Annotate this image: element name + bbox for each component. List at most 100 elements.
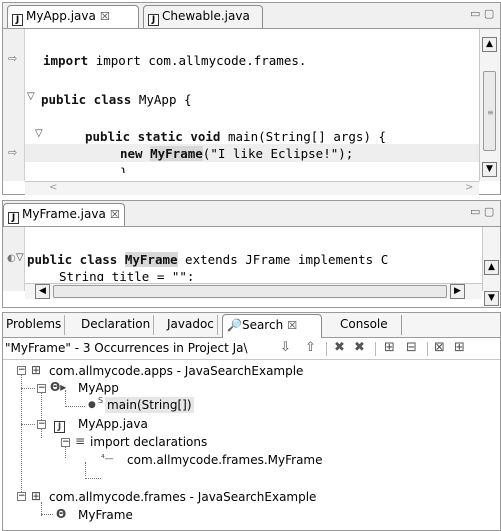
override-icon: ◐ xyxy=(7,253,16,264)
tree-item-compilation-unit[interactable]: MyApp.java xyxy=(78,416,148,432)
code-line[interactable]: public class MyApp { xyxy=(41,92,192,107)
scroll-right-icon[interactable]: > xyxy=(465,182,473,193)
tab-label: Search xyxy=(241,318,284,332)
code-line[interactable]: import import com.allmycode.frames. xyxy=(43,53,306,68)
tree-item-imports[interactable]: import declarations xyxy=(90,434,207,450)
close-icon[interactable]: ☒ xyxy=(100,10,110,23)
previous-match-icon[interactable]: ⇧ xyxy=(305,340,316,355)
scroll-down-button[interactable]: ▼ xyxy=(484,291,499,306)
minimize-maximize-icons[interactable]: ▭ ▢ xyxy=(470,205,494,218)
code-line[interactable]: public static void main(String[] args) { xyxy=(85,129,386,144)
fold-icon[interactable]: ▽ xyxy=(27,91,35,102)
code-line[interactable]: String title = ""; xyxy=(59,269,194,281)
close-icon[interactable]: ☒ xyxy=(287,319,297,332)
keyword: public class xyxy=(41,92,132,107)
code-text: MyApp { xyxy=(131,92,192,107)
highlighted-match: MyFrame xyxy=(150,146,203,161)
code-text: } xyxy=(120,165,128,173)
collapse-toggle[interactable]: − xyxy=(61,438,70,447)
search-results-tree[interactable]: − ⊞ com.allmycode.apps - JavaSearchExamp… xyxy=(3,360,500,530)
tab-divider xyxy=(401,315,402,335)
collapse-all-icon[interactable]: ⊟ xyxy=(406,340,417,355)
class-icon: Θ▸ xyxy=(50,380,67,394)
tab-problems[interactable]: Problems xyxy=(3,315,66,335)
myframe-tabbar: J MyFrame.java ☒ ▭ ▢ xyxy=(3,201,500,227)
annotation-arrow-icon: ⇨ xyxy=(8,52,18,65)
collapse-toggle[interactable]: − xyxy=(17,492,26,501)
scroll-thumb[interactable]: ≡ xyxy=(483,71,496,151)
show-next-icon[interactable]: ⊠ xyxy=(434,340,445,355)
scroll-thumb[interactable] xyxy=(53,285,447,298)
code-line[interactable]: public class MyFrame​ extends JFrame imp… xyxy=(27,252,388,267)
editor-tabbar: J MyApp.java ☒ J Chewable.java ▭ ▢ xyxy=(3,3,500,29)
horizontal-scrollbar[interactable]: < > xyxy=(25,181,479,195)
search-toolbar: "MyFrame" - 3 Occurrences in Project Ja\… xyxy=(3,338,500,360)
fold-icon[interactable]: ▽ xyxy=(16,252,24,263)
static-marker: S xyxy=(98,396,104,405)
tab-search[interactable]: 🔎Search ☒ xyxy=(222,314,322,339)
collapse-toggle[interactable]: − xyxy=(17,366,26,375)
keyword: new xyxy=(120,146,143,161)
scroll-down-button[interactable]: ▼ xyxy=(482,162,497,177)
views-tabbar: Problems Declaration Javadoc 🔎Search ☒ Co… xyxy=(3,313,500,339)
java-file-icon: J xyxy=(8,212,19,224)
remove-all-matches-icon[interactable]: ✖ xyxy=(354,340,365,355)
fold-icon[interactable]: ▽ xyxy=(35,128,43,139)
minimize-maximize-icons[interactable]: ▭ ▢ xyxy=(470,7,494,20)
tab-label: MyFrame.java xyxy=(22,207,106,221)
search-summary: "MyFrame" - 3 Occurrences in Project Ja\ xyxy=(5,341,248,355)
keyword: public class xyxy=(27,252,118,267)
highlighted-match: MyFrame xyxy=(124,252,178,267)
code-line[interactable]: new MyFrame("I like Eclipse!"); xyxy=(120,146,353,161)
code-text: ("I like Eclipse!"); xyxy=(202,146,354,161)
tree-item-package[interactable]: com.allmycode.frames - JavaSearchExample xyxy=(49,489,316,505)
vertical-scrollbar[interactable]: ▲ ▼ xyxy=(482,227,500,306)
package-icon: ⊞ xyxy=(31,363,42,377)
tab-label: MyApp.java xyxy=(26,9,96,23)
annotation-arrow-icon: ⇨ xyxy=(8,146,18,159)
close-icon[interactable]: ☒ xyxy=(110,208,120,221)
java-file-icon: J xyxy=(54,416,65,433)
scroll-up-button[interactable]: ▲ xyxy=(482,37,497,52)
collapse-toggle[interactable]: − xyxy=(37,384,46,393)
tree-item-class[interactable]: MyFrame xyxy=(78,507,133,523)
java-file-icon: J xyxy=(12,14,23,26)
code-text: extends JFrame implements C xyxy=(177,252,389,267)
package-icon: ⊞ xyxy=(31,489,42,503)
tab-console[interactable]: Console xyxy=(337,315,391,335)
tree-item-package[interactable]: com.allmycode.apps - JavaSearchExample xyxy=(49,363,303,379)
vertical-scrollbar[interactable]: ▲ ≡ ▼ xyxy=(479,29,500,181)
tab-chewable-java[interactable]: J Chewable.java xyxy=(143,5,263,28)
horizontal-scrollbar[interactable]: ◀ ▶ xyxy=(25,283,482,299)
next-match-icon[interactable]: ⇩ xyxy=(280,340,291,355)
expand-all-icon[interactable]: ⊞ xyxy=(384,340,395,355)
collapse-toggle[interactable]: − xyxy=(37,420,46,429)
tab-myframe-java[interactable]: J MyFrame.java ☒ xyxy=(3,203,125,226)
tree-item-method[interactable]: main(String[]) xyxy=(105,397,194,413)
scroll-left-button[interactable]: ◀ xyxy=(35,284,50,299)
search-icon: 🔎 xyxy=(227,318,242,332)
remove-match-icon[interactable]: ✖ xyxy=(334,340,345,355)
myframe-editor-panel: J MyFrame.java ☒ ▭ ▢ ◐ ▽ public class MyFr… xyxy=(2,200,501,308)
code-text: main(String[] args) { xyxy=(220,129,387,144)
code-text: import com.allmycode.frames. xyxy=(95,53,307,68)
tree-item-import[interactable]: com.allmycode.frames.MyFrame xyxy=(127,452,323,468)
tab-javadoc[interactable]: Javadoc xyxy=(164,315,218,335)
keyword: public static void xyxy=(85,129,221,144)
scroll-up-button[interactable]: ▲ xyxy=(484,260,499,275)
class-icon: Θ xyxy=(56,507,67,521)
imports-icon: ≡ xyxy=(75,434,86,448)
scroll-right-button[interactable]: ▶ xyxy=(450,284,465,299)
code-line[interactable]: } xyxy=(120,165,128,173)
tab-label: Chewable.java xyxy=(162,9,250,23)
method-icon: ● xyxy=(88,400,96,410)
views-panel: Problems Declaration Javadoc 🔎Search ☒ Co… xyxy=(2,312,501,531)
keyword: import xyxy=(43,53,89,68)
java-file-icon: J xyxy=(148,14,159,26)
tab-myapp-java[interactable]: J MyApp.java ☒ xyxy=(7,5,139,28)
scroll-left-icon[interactable]: < xyxy=(49,182,57,193)
import-icon: ⁴— xyxy=(101,454,114,464)
tab-declaration[interactable]: Declaration xyxy=(78,315,155,335)
editor-panel: J MyApp.java ☒ J Chewable.java ▭ ▢ ⇨ ▽ ▽ ⇨ … xyxy=(2,2,501,195)
show-previous-icon[interactable]: ⊞ xyxy=(454,340,465,355)
